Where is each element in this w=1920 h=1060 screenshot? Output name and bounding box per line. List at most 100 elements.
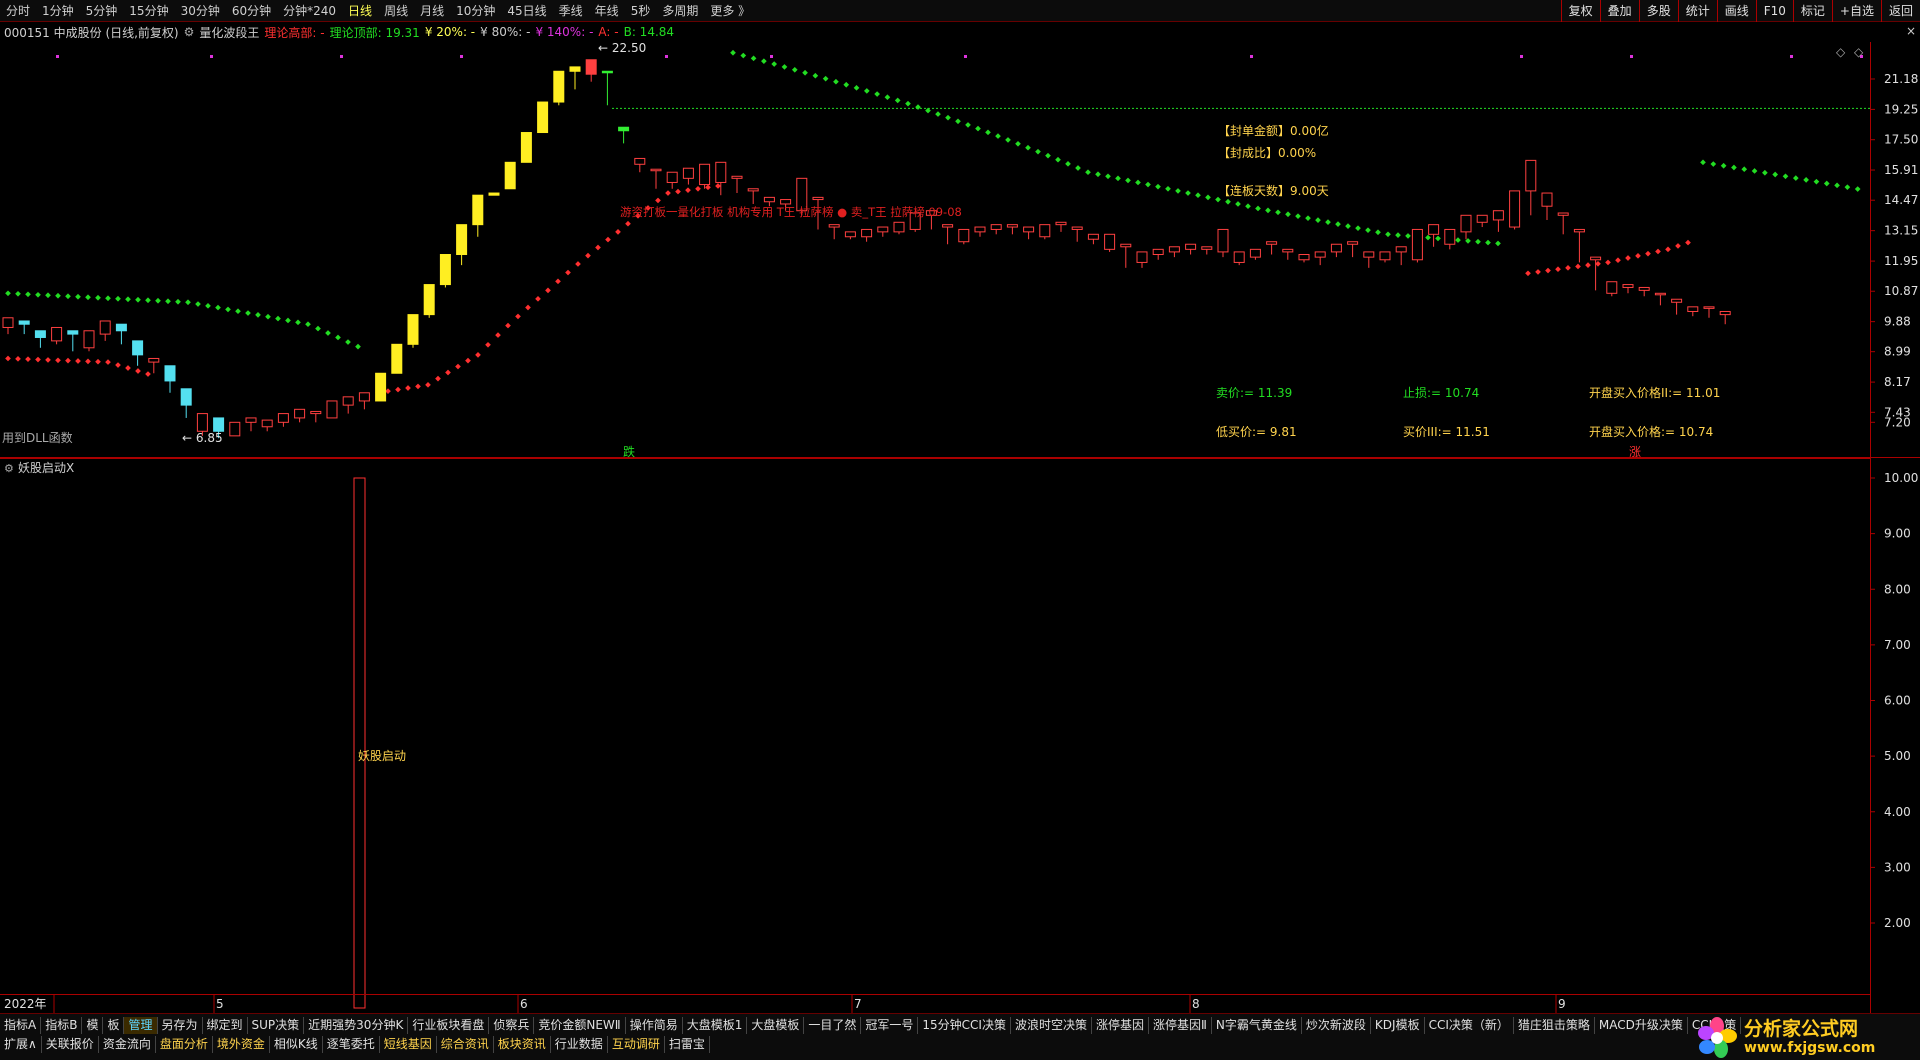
tool-button-6[interactable]: 标记 xyxy=(1792,0,1832,22)
diamond-icon[interactable]: ◇ xyxy=(1836,45,1846,59)
period-14[interactable]: 5秒 xyxy=(625,2,657,19)
tool-button-7[interactable]: +自选 xyxy=(1831,0,1881,22)
period-10[interactable]: 10分钟 xyxy=(450,2,501,19)
indicator-tab-6[interactable]: 绑定到 xyxy=(203,1017,248,1034)
stop-dot xyxy=(884,94,891,101)
indicator-tab-23[interactable]: KDJ模板 xyxy=(1371,1017,1425,1034)
gear-icon-sub[interactable]: ⚙ xyxy=(4,462,14,475)
stop-dot xyxy=(863,88,870,94)
candle-body xyxy=(358,392,370,402)
tool-button-3[interactable]: 统计 xyxy=(1677,0,1717,22)
level-stop: 止损:= 10.74 xyxy=(1403,386,1479,400)
candle-body xyxy=(229,421,241,437)
period-6[interactable]: 分钟*240 xyxy=(277,2,342,19)
period-3[interactable]: 15分钟 xyxy=(123,2,174,19)
tool-button-0[interactable]: 复权 xyxy=(1560,0,1600,22)
indicator-tab-17[interactable]: 15分钟CCI决策 xyxy=(918,1017,1011,1034)
indicator-tab-25[interactable]: 猎庄狙击策略 xyxy=(1514,1017,1595,1034)
indicator-tab-10[interactable]: 侦察兵 xyxy=(489,1017,535,1034)
gear-icon[interactable]: ⚙ xyxy=(184,25,195,39)
indicator-tab-26[interactable]: MACD升级决策 xyxy=(1595,1017,1688,1034)
extension-tab-7[interactable]: 短线基因 xyxy=(380,1036,437,1053)
extension-tab-0[interactable]: 扩展∧ xyxy=(0,1036,42,1053)
indicator-tab-19[interactable]: 涨停基因 xyxy=(1092,1017,1149,1034)
candle-body xyxy=(1525,159,1537,192)
indicator-tab-2[interactable]: 模 xyxy=(82,1017,104,1034)
extension-tab-11[interactable]: 互动调研 xyxy=(608,1036,665,1053)
period-9[interactable]: 月线 xyxy=(414,2,450,19)
indicator-name[interactable]: 量化波段王 xyxy=(199,24,259,41)
stock-title[interactable]: 000151 中成股份 (日线,前复权) xyxy=(4,24,179,41)
candle-body xyxy=(634,157,646,165)
extension-tab-2[interactable]: 资金流向 xyxy=(99,1036,156,1053)
extension-tab-6[interactable]: 逐笔委托 xyxy=(323,1036,380,1053)
candle-body xyxy=(877,226,889,233)
indicator-tab-5[interactable]: 另存为 xyxy=(158,1017,203,1034)
tool-button-8[interactable]: 返回 xyxy=(1880,0,1920,22)
date-axis: 2022年 5 6 7 8 9 xyxy=(0,994,1870,1013)
diamond-icon-2[interactable]: ◇ xyxy=(1854,45,1864,59)
indicator-tab-8[interactable]: 近期强势30分钟K xyxy=(304,1017,409,1034)
sub-indicator-chart[interactable]: 妖股启动X ⚙ 10.00 9.00 8.00 7.00 6.00 5.00 4.00 3.0… xyxy=(0,458,1920,1013)
indicator-tab-7[interactable]: SUP决策 xyxy=(248,1017,305,1034)
bottom-tab-bar: 指标A 指标B 模板管理 另存为 绑定到 SUP决策 近期强势30分钟K 行业板块看盘 侦察兵竞… xyxy=(0,1013,1920,1060)
candle-body xyxy=(1638,286,1650,291)
indicator-tab-0[interactable]: 指标A xyxy=(0,1017,42,1034)
stop-dot xyxy=(1710,161,1717,167)
extension-tab-5[interactable]: 相似K线 xyxy=(270,1036,323,1053)
stop-dot xyxy=(1165,185,1171,192)
candle-body xyxy=(974,226,986,233)
period-13[interactable]: 年线 xyxy=(589,2,625,19)
period-5[interactable]: 60分钟 xyxy=(226,2,277,19)
period-11[interactable]: 45日线 xyxy=(501,2,552,19)
extension-tab-3[interactable]: 盘面分析 xyxy=(156,1036,213,1053)
stop-dot xyxy=(1245,203,1251,210)
period-1[interactable]: 1分钟 xyxy=(36,2,80,19)
tool-button-2[interactable]: 多股 xyxy=(1638,0,1678,22)
extension-tab-10[interactable]: 行业数据 xyxy=(551,1036,608,1053)
indicator-tab-3[interactable]: 板 xyxy=(103,1017,125,1034)
extension-tab-4[interactable]: 境外资金 xyxy=(213,1036,270,1053)
tool-button-4[interactable]: 画线 xyxy=(1716,0,1756,22)
stop-dot xyxy=(945,114,951,121)
extension-tab-9[interactable]: 板块资讯 xyxy=(494,1036,551,1053)
period-2[interactable]: 5分钟 xyxy=(80,2,124,19)
indicator-tab-22[interactable]: 炒次新波段 xyxy=(1302,1017,1371,1034)
indicator-tab-14[interactable]: 大盘模板 xyxy=(747,1017,805,1034)
indicator-tab-21[interactable]: N字霸气黄金线 xyxy=(1212,1017,1302,1034)
indicator-tab-9[interactable]: 行业板块看盘 xyxy=(408,1017,490,1034)
indicator-tab-11[interactable]: 竞价金额NEWⅡ xyxy=(534,1017,626,1034)
support-dot xyxy=(625,220,631,227)
indicator-tab-16[interactable]: 冠军一号 xyxy=(861,1017,919,1034)
support-dot xyxy=(445,369,451,376)
period-0[interactable]: 分时 xyxy=(0,2,36,19)
indicator-tab-15[interactable]: 一目了然 xyxy=(804,1017,862,1034)
period-7[interactable]: 日线 xyxy=(342,2,378,19)
extension-tab-1[interactable]: 关联报价 xyxy=(42,1036,99,1053)
tool-button-1[interactable]: 叠加 xyxy=(1599,0,1639,22)
indicator-tab-24[interactable]: CCI决策（新） xyxy=(1425,1017,1514,1034)
candle-body xyxy=(180,388,192,406)
stop-dot xyxy=(105,295,111,302)
watermark-title: 分析家公式网 xyxy=(1744,1018,1859,1040)
indicator-tab-20[interactable]: 涨停基因Ⅱ xyxy=(1149,1017,1212,1034)
period-15[interactable]: 多周期 xyxy=(656,2,704,19)
indicator-tab-13[interactable]: 大盘模板1 xyxy=(683,1017,748,1034)
indicator-tab-12[interactable]: 操作简易 xyxy=(626,1017,683,1034)
period-12[interactable]: 季线 xyxy=(553,2,589,19)
extension-tab-12[interactable]: 扫雷宝 xyxy=(665,1036,710,1053)
candle-body xyxy=(294,408,306,419)
period-4[interactable]: 30分钟 xyxy=(175,2,226,19)
indicator-tab-18[interactable]: 波浪时空决策 xyxy=(1011,1017,1092,1034)
extension-tab-8[interactable]: 综合资讯 xyxy=(437,1036,494,1053)
candle-body xyxy=(828,224,840,228)
indicator-tab-4[interactable]: 管理 xyxy=(124,1017,158,1034)
indicator-tab-1[interactable]: 指标B xyxy=(41,1017,83,1034)
support-dot xyxy=(125,365,131,371)
price-tick-label: 8.99 xyxy=(1884,345,1911,359)
period-16[interactable]: 更多 》 xyxy=(704,2,756,19)
close-icon[interactable]: × xyxy=(1906,24,1916,38)
tool-button-5[interactable]: F10 xyxy=(1755,0,1793,22)
period-8[interactable]: 周线 xyxy=(378,2,414,19)
main-candlestick-chart[interactable]: 21.18 19.25 17.50 15.91 14.47 13.15 11.95 10.87… xyxy=(0,42,1920,458)
